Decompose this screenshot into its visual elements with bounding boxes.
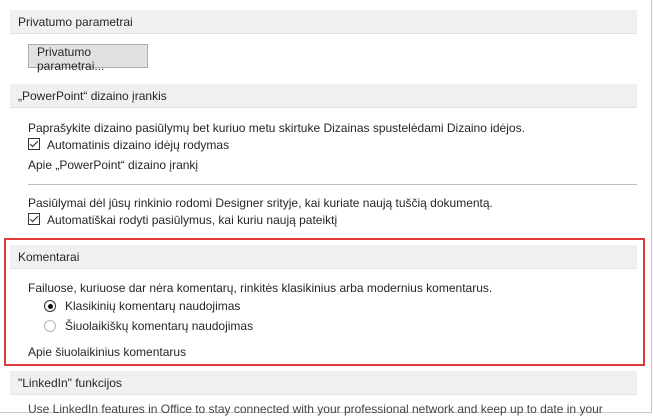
designer-separator (28, 184, 637, 185)
comments-highlight-box (4, 238, 645, 366)
designer-section-title: „PowerPoint“ dizaino įrankis (18, 89, 167, 103)
designer-section-header: „PowerPoint“ dizaino įrankis (10, 84, 637, 108)
options-panel: Privatumo parametrai Privatumo parametra… (0, 0, 652, 416)
auto-suggestions-checkbox[interactable] (28, 213, 40, 225)
designer-new-doc-description: Pasiūlymai dėl jūsų rinkinio rodomi Desi… (28, 196, 493, 210)
designer-description: Paprašykite dizaino pasiūlymų bet kuriuo… (28, 121, 525, 135)
linkedin-section-title: "LinkedIn" funkcijos (18, 376, 122, 390)
about-designer-link[interactable]: Apie „PowerPoint“ dizaino įrankį (28, 158, 198, 172)
privacy-section-header: Privatumo parametrai (10, 10, 637, 34)
auto-suggestions-label[interactable]: Automatiškai rodyti pasiūlymus, kai kuri… (47, 213, 337, 227)
auto-design-ideas-label[interactable]: Automatinis dizaino idėjų rodymas (47, 138, 229, 152)
privacy-settings-button[interactable]: Privatumo parametrai... (28, 44, 148, 73)
privacy-section-title: Privatumo parametrai (18, 15, 133, 29)
linkedin-section-header: "LinkedIn" funkcijos (10, 371, 637, 395)
auto-design-ideas-checkbox[interactable] (28, 138, 40, 150)
